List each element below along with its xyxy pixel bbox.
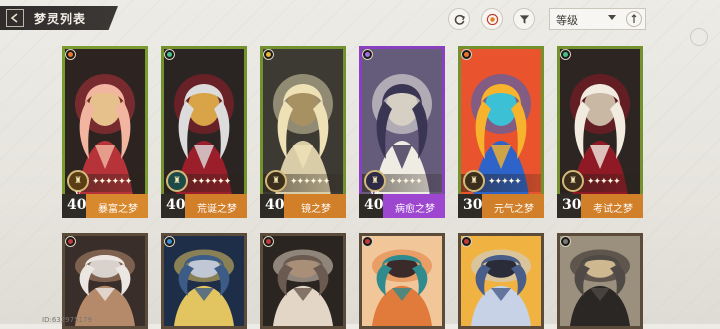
element-icon [164,49,175,60]
element-icon [560,236,571,247]
star-rating: ✦✦✦✦✦✦ [191,177,231,187]
character-name: 镜之梦 [301,204,331,215]
user-id: ID:632975179 [42,316,92,324]
card-footer: 30 元气之梦 [458,194,544,218]
element-icon [65,49,76,60]
chevron-down-icon [608,15,616,20]
level-value: 40 [67,197,87,213]
refresh-button[interactable] [448,8,470,30]
filter-icon [519,14,529,24]
rank-badge-icon: ♜ [463,170,485,192]
element-icon [461,49,472,60]
character-card[interactable]: ♜ VI ✦✦✦✦✦ 40 病愈之梦 [359,46,445,218]
card-footer: 30 考试之梦 [557,194,643,218]
character-portrait [560,236,640,326]
character-card[interactable] [359,233,445,329]
rank-badge-icon: ♜ [67,170,89,192]
element-icon [65,236,76,247]
character-card[interactable]: ♜ ✦✦✦✦✦ 30 考试之梦 [557,46,643,218]
back-arrow-icon [10,13,18,23]
character-portrait [461,236,541,326]
sort-dropdown[interactable]: 等级 [549,8,646,30]
element-icon [263,49,274,60]
element-icon [461,236,472,247]
star-rating: ✦✦✦✦✦✦ [290,177,330,187]
character-portrait [164,236,244,326]
star-rating: ✦✦✦✦✦✦ [92,177,132,187]
level-value: 40 [265,197,285,213]
character-name: 荒诞之梦 [197,204,237,215]
filter-button[interactable] [513,8,535,30]
level-value: 30 [463,197,483,213]
page-header: 梦灵列表 [0,6,118,30]
sort-label: 等级 [556,14,578,27]
level-value: 40 [364,197,384,213]
character-card[interactable] [62,233,148,329]
element-icon [560,49,571,60]
card-footer: 40 荒诞之梦 [161,194,247,218]
star-rating: ✦✦✦✦✦ [389,177,423,187]
character-name: 病愈之梦 [395,204,435,215]
refresh-icon [454,14,465,25]
rank-badge-icon: ♜ [265,170,287,192]
character-card[interactable]: ♜ V ✦✦✦✦✦✦ 40 暴富之梦 [62,46,148,218]
close-circle-icon[interactable] [690,28,708,46]
character-portrait [263,236,343,326]
level-value: 40 [166,197,186,213]
rank-badge-icon: ♜ [166,170,188,192]
character-portrait [65,236,145,326]
character-card[interactable] [557,233,643,329]
character-card[interactable]: ♜ ✦✦✦✦✦ 30 元气之梦 [458,46,544,218]
element-icon [362,236,373,247]
character-card[interactable]: ♜ ✦✦✦✦✦✦ 40 荒诞之梦 [161,46,247,218]
character-card[interactable]: ♜ ✦✦✦✦✦✦ 40 镜之梦 [260,46,346,218]
card-footer: 40 暴富之梦 [62,194,148,218]
card-footer: 40 镜之梦 [260,194,346,218]
element-filter-button[interactable] [481,8,503,30]
character-name: 考试之梦 [593,204,633,215]
character-name: 元气之梦 [494,204,534,215]
character-name: 暴富之梦 [98,204,138,215]
element-icon [362,49,373,60]
sort-direction-button[interactable] [626,11,642,27]
element-icon [263,236,274,247]
character-card[interactable] [161,233,247,329]
star-rating: ✦✦✦✦✦ [488,177,522,187]
element-icon [164,236,175,247]
star-rating: ✦✦✦✦✦ [587,177,621,187]
character-card[interactable] [260,233,346,329]
character-portrait [362,236,442,326]
page-title: 梦灵列表 [34,12,87,26]
rank-badge-icon: ♜ [364,170,386,192]
card-footer: 40 病愈之梦 [359,194,445,218]
back-button[interactable] [6,9,24,27]
level-value: 30 [562,197,582,213]
sort-order-icon [631,14,637,23]
sun-emblem-icon [486,13,498,25]
character-card[interactable] [458,233,544,329]
rank-badge-icon: ♜ [562,170,584,192]
